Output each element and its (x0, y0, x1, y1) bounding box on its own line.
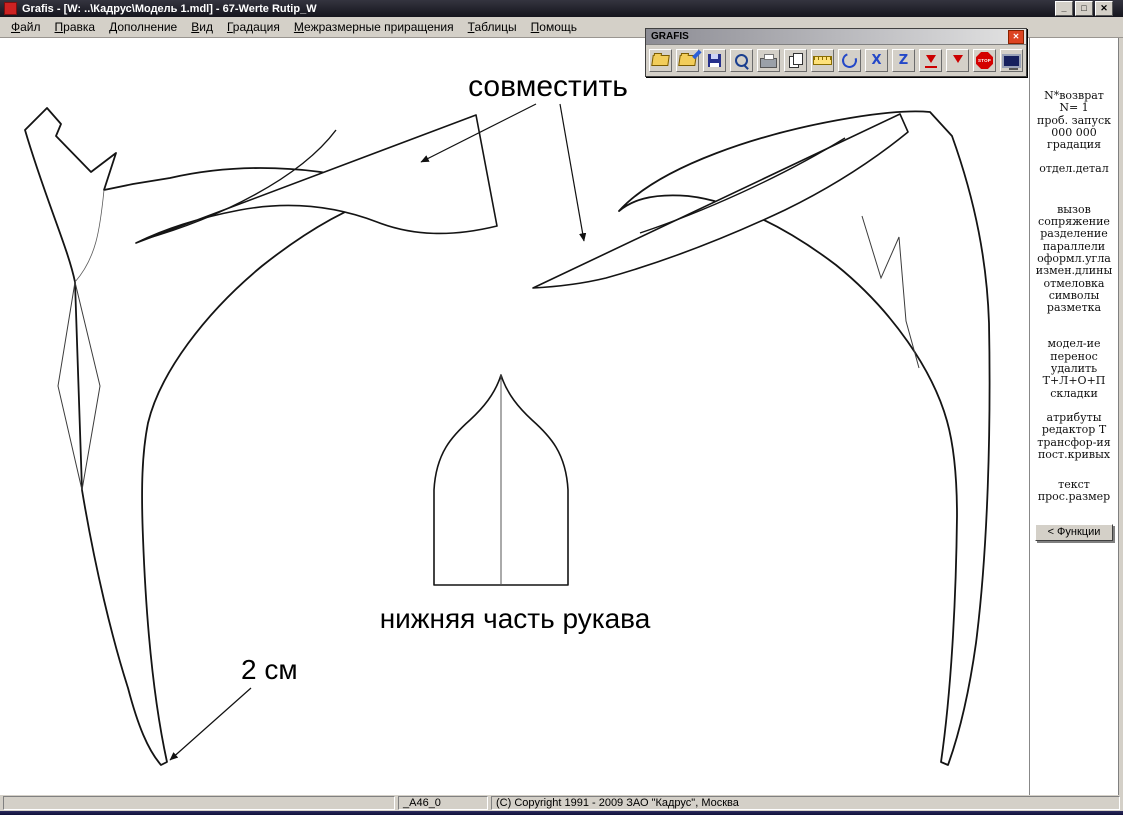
import-down-button[interactable] (919, 49, 942, 72)
refresh-icon (839, 50, 860, 71)
functions-button[interactable]: < Функции (1035, 523, 1113, 541)
status-field-empty (3, 796, 395, 810)
monitor-icon (1002, 53, 1021, 70)
cmd-view-sizes[interactable]: прос.размер (1031, 491, 1117, 504)
menu-file[interactable]: Файл (4, 18, 48, 36)
refresh-button[interactable] (838, 49, 861, 72)
open-file-button[interactable] (649, 49, 672, 72)
status-bar: _A46_0 (C) Copyright 1991 - 2009 ЗАО "Ка… (0, 795, 1123, 811)
toolbox-title: GRAFIS (651, 31, 689, 42)
download-button[interactable] (946, 49, 969, 72)
label-lower-sleeve: нижняя часть рукава (380, 603, 651, 634)
cmd-division[interactable]: разделение (1031, 228, 1117, 241)
open-folder-icon (651, 55, 670, 66)
cmd-modeling[interactable]: модел-ие (1031, 338, 1117, 351)
status-model-code: _A46_0 (398, 796, 488, 810)
maximize-button[interactable]: □ (1075, 1, 1093, 16)
title-bar: Grafis - [W: ..\Кадрус\Модель 1.mdl] - 6… (0, 0, 1123, 17)
cmd-transformation[interactable]: трансфор-ия (1031, 436, 1117, 449)
menu-intersize-increments[interactable]: Межразмерные приращения (287, 18, 461, 36)
toolbox-close-button[interactable]: ✕ (1008, 29, 1024, 44)
import-file-button[interactable] (676, 49, 699, 72)
arrow-down-icon (951, 54, 965, 68)
window-title: Grafis - [W: ..\Кадрус\Модель 1.mdl] - 6… (22, 2, 317, 15)
zoom-x-button[interactable]: X (865, 49, 888, 72)
measure-button[interactable] (811, 49, 834, 72)
close-button[interactable]: ✕ (1095, 1, 1113, 16)
menu-help[interactable]: Помощь (524, 18, 584, 36)
cmd-chalk[interactable]: отмеловка (1031, 277, 1117, 290)
printer-icon (760, 53, 777, 68)
magnifier-icon (735, 54, 748, 67)
cmd-separate-detail[interactable]: отдел.детал (1031, 163, 1117, 176)
taskbar-edge (0, 811, 1123, 815)
menu-edit[interactable]: Правка (48, 18, 103, 36)
cmd-pleats[interactable]: складки (1031, 387, 1117, 400)
pattern-canvas[interactable]: совместить нижняя часть рукава 2 см (0, 38, 1030, 795)
cmd-tlop[interactable]: Т+Л+О+П (1031, 375, 1117, 388)
copy-window-button[interactable] (784, 49, 807, 72)
grafis-window: Grafis - [W: ..\Кадрус\Модель 1.mdl] - 6… (0, 0, 1123, 815)
toolbox-title-bar[interactable]: GRAFIS ✕ (646, 29, 1026, 45)
cmd-n-value[interactable]: N= 1 (1031, 101, 1117, 114)
minimize-button[interactable]: _ (1055, 1, 1073, 16)
pattern-piece-lower-sleeve (433, 374, 569, 586)
measure-arrow (169, 687, 252, 761)
z-tool-icon: Z (898, 53, 909, 68)
status-copyright: (C) Copyright 1991 - 2009 ЗАО "Кадрус", … (491, 796, 1120, 810)
grafis-toolbox: GRAFIS ✕ X Z STOP (645, 28, 1027, 77)
z-tool-button[interactable]: Z (892, 49, 915, 72)
zoom-button[interactable] (730, 49, 753, 72)
folder-pen-icon (678, 55, 697, 66)
cmd-editor-t[interactable]: редактор Т (1031, 423, 1117, 436)
window-frame-right (1118, 38, 1123, 795)
x-tool-icon: X (871, 53, 882, 68)
label-align: совместить (468, 70, 628, 103)
stop-button[interactable]: STOP (973, 49, 996, 72)
align-arrow-right (559, 103, 587, 242)
menu-grading[interactable]: Градация (220, 18, 287, 36)
ruler-icon (813, 56, 832, 65)
menu-addition[interactable]: Дополнение (102, 18, 184, 36)
function-panel: N*возврат N= 1 проб. запуск 000 000 град… (1030, 38, 1118, 795)
cmd-change-length[interactable]: измен.длины (1031, 264, 1117, 277)
menu-tables[interactable]: Таблицы (461, 18, 524, 36)
cmd-grading[interactable]: градация (1031, 138, 1117, 151)
menu-view[interactable]: Вид (184, 18, 220, 36)
screen-button[interactable] (1000, 49, 1023, 72)
save-button[interactable] (703, 49, 726, 72)
pattern-piece-right-body (618, 110, 991, 766)
cmd-marking[interactable]: разметка (1031, 301, 1117, 314)
print-button[interactable] (757, 49, 780, 72)
copy-window-icon (789, 52, 803, 68)
app-icon (4, 2, 17, 15)
stop-sign-icon: STOP (976, 52, 993, 69)
cmd-curves[interactable]: пост.кривых (1031, 448, 1117, 461)
floppy-save-icon (708, 54, 721, 67)
label-measure-2cm: 2 см (241, 654, 298, 685)
arrow-down-bar-icon (924, 54, 938, 68)
toolbox-button-row: X Z STOP (646, 45, 1026, 76)
